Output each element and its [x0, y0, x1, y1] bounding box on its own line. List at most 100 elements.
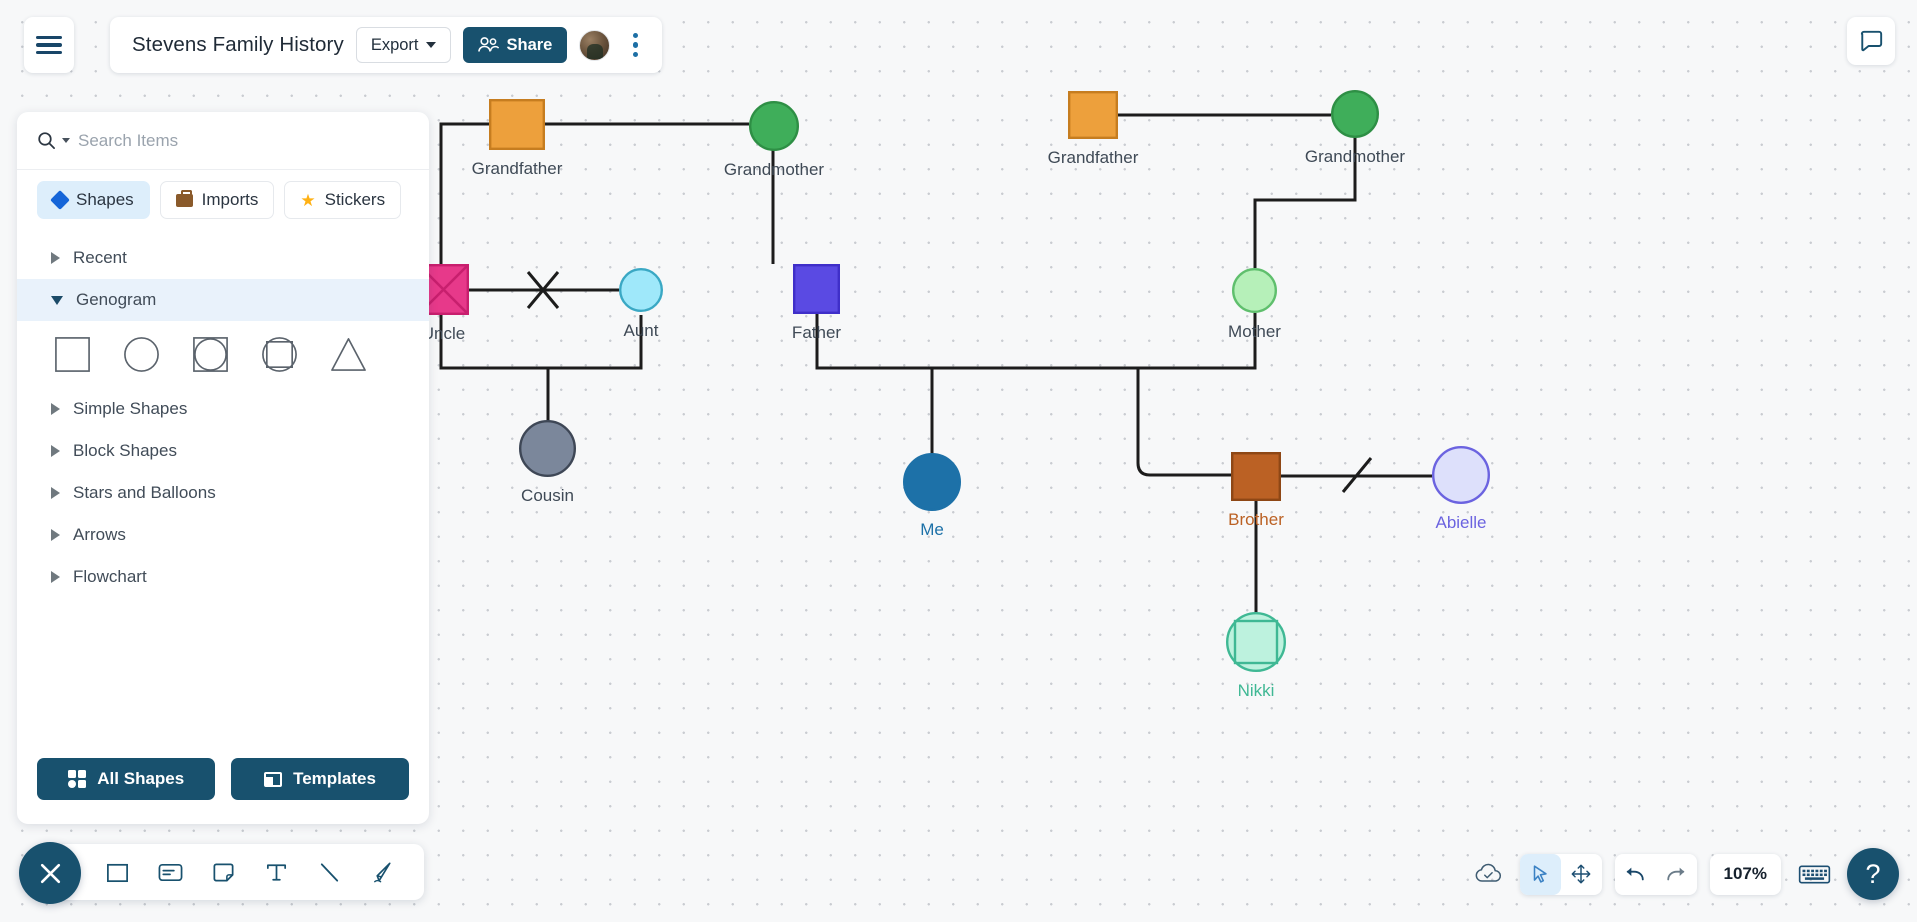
genogram-node-label-brother: Brother	[1228, 510, 1284, 529]
all-shapes-label: All Shapes	[97, 769, 185, 788]
genogram-node-father[interactable]: Father	[792, 264, 841, 342]
comment-button[interactable]	[1847, 17, 1895, 65]
export-button[interactable]: Export	[355, 27, 451, 63]
pen-tool-button[interactable]	[367, 857, 397, 887]
category-flowchart-label: Flowchart	[73, 567, 147, 586]
zoom-control[interactable]: 107%	[1709, 853, 1781, 895]
templates-button[interactable]: Templates	[231, 758, 409, 800]
category-simple-shapes[interactable]: Simple Shapes	[17, 388, 429, 430]
cursor-select-button[interactable]	[1519, 853, 1561, 895]
genogram-node-label-nikki: Nikki	[1237, 681, 1275, 700]
genogram-node-label-abielle: Abielle	[1435, 513, 1487, 532]
cloud-saved-button[interactable]	[1471, 856, 1507, 892]
category-recent[interactable]: Recent	[17, 237, 429, 279]
category-arrows[interactable]: Arrows	[17, 514, 429, 556]
text-tool-button[interactable]	[261, 857, 291, 887]
category-stars-and-balloons[interactable]: Stars and Balloons	[17, 472, 429, 514]
close-toolbar-button[interactable]	[19, 842, 81, 904]
history-group	[1614, 853, 1697, 895]
category-arrows-label: Arrows	[73, 525, 126, 544]
zoom-level-label[interactable]: 107%	[1710, 854, 1781, 895]
category-block-shapes-label: Block Shapes	[73, 441, 177, 460]
chevron-right-icon	[51, 487, 60, 499]
pan-move-button[interactable]	[1561, 854, 1602, 895]
circle-in-square-shape[interactable]	[191, 335, 230, 374]
search-icon[interactable]	[37, 131, 56, 150]
line-tool-button[interactable]	[314, 857, 344, 887]
redo-button[interactable]	[1656, 854, 1697, 895]
cursor-select-icon	[1533, 865, 1547, 883]
undo-button[interactable]	[1615, 854, 1656, 895]
pen-tool-icon	[373, 862, 391, 882]
pointer-mode-group	[1519, 853, 1602, 895]
panel-footer: All Shapes Templates	[17, 758, 429, 824]
tab-imports[interactable]: Imports	[159, 181, 275, 219]
share-button[interactable]: Share	[462, 27, 568, 63]
all-shapes-button[interactable]: All Shapes	[37, 758, 215, 800]
help-button[interactable]: ?	[1847, 848, 1899, 900]
genogram-shape-palette	[17, 321, 429, 388]
page-title: Stevens Family History	[132, 33, 344, 56]
more-options-button[interactable]	[622, 28, 648, 62]
genogram-node-label-mother: Mother	[1228, 322, 1281, 341]
category-genogram[interactable]: Genogram	[17, 279, 429, 321]
avatar[interactable]	[579, 29, 611, 61]
genogram-node-mgm[interactable]: Grandmother	[1305, 90, 1405, 166]
genogram-square-icon	[489, 99, 545, 150]
category-simple-shapes-label: Simple Shapes	[73, 399, 188, 418]
rectangle-tool-icon	[106, 863, 128, 882]
hamburger-menu-button[interactable]	[24, 17, 74, 73]
genogram-circle-icon	[903, 453, 961, 511]
search-row	[17, 112, 429, 170]
genogram-node-nikki[interactable]: Nikki	[1226, 612, 1286, 700]
people-icon	[477, 37, 499, 52]
genogram-node-label-aunt: Aunt	[623, 321, 659, 340]
star-icon: ★	[300, 190, 316, 210]
genogram-node-pgf[interactable]: Grandfather	[472, 99, 562, 178]
category-recent-label: Recent	[73, 248, 127, 267]
card-tool-icon	[158, 863, 182, 881]
square-shape[interactable]	[53, 335, 92, 374]
grid-icon	[67, 769, 87, 789]
shapes-panel: Shapes Imports ★ Stickers Recent Genogra…	[17, 112, 429, 824]
chevron-down-icon	[425, 42, 436, 48]
genogram-node-label-father: Father	[791, 323, 842, 342]
templates-label: Templates	[293, 769, 376, 788]
circle-shape[interactable]	[122, 335, 161, 374]
search-filter-chevron-icon[interactable]	[62, 138, 70, 143]
square-in-circle-shape[interactable]	[260, 335, 299, 374]
genogram-circle-icon	[519, 420, 576, 477]
category-flowchart[interactable]: Flowchart	[17, 556, 429, 598]
genogram-node-mgf[interactable]: Grandfather	[1048, 91, 1138, 167]
genogram-node-pgm[interactable]: Grandmother	[724, 101, 824, 179]
genogram-node-cousin[interactable]: Cousin	[519, 420, 576, 505]
genogram-node-me[interactable]: Me	[903, 453, 961, 539]
canvas-controls: 107% ?	[1471, 848, 1899, 900]
rectangle-tool-button[interactable]	[102, 857, 132, 887]
genogram-node-label-pgm: Grandmother	[723, 160, 825, 179]
keyboard-shortcuts-icon	[1798, 865, 1830, 883]
genogram-circle-icon	[749, 101, 799, 151]
category-genogram-label: Genogram	[76, 290, 157, 309]
genogram-node-label-cousin: Cousin	[521, 486, 574, 505]
tab-shapes[interactable]: Shapes	[37, 181, 150, 219]
genogram-node-abielle[interactable]: Abielle	[1432, 446, 1490, 532]
genogram-node-aunt[interactable]: Aunt	[619, 268, 663, 340]
category-block-shapes[interactable]: Block Shapes	[17, 430, 429, 472]
tab-stickers-label: Stickers	[324, 190, 386, 209]
pan-move-icon	[1571, 864, 1591, 884]
genogram-node-mother[interactable]: Mother	[1228, 268, 1281, 341]
tab-stickers[interactable]: ★ Stickers	[284, 181, 402, 219]
card-tool-button[interactable]	[155, 857, 185, 887]
genogram-circle-icon	[1432, 446, 1490, 504]
drawing-toolbar	[55, 844, 424, 900]
search-input[interactable]	[78, 130, 409, 151]
genogram-node-brother[interactable]: Brother	[1228, 452, 1284, 529]
keyboard-shortcuts-button[interactable]	[1794, 857, 1834, 891]
triangle-shape[interactable]	[329, 335, 368, 374]
chevron-right-icon	[51, 571, 60, 583]
template-layout-icon	[264, 771, 283, 787]
hamburger-icon	[36, 36, 62, 54]
sticky-note-tool-button[interactable]	[208, 857, 238, 887]
redo-icon	[1667, 867, 1685, 881]
